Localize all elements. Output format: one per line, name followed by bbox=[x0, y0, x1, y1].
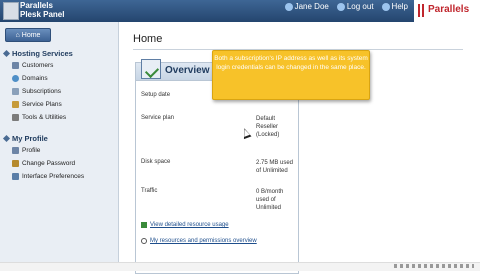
sidebar-item-domains[interactable]: Domains bbox=[12, 75, 48, 82]
sidebar-item-profile[interactable]: Profile bbox=[12, 147, 40, 154]
home-button[interactable]: ⌂ Home bbox=[5, 28, 51, 42]
view-resource-usage-label: View detailed resource usage bbox=[150, 222, 229, 228]
sidebar-item-label: Interface Preferences bbox=[22, 173, 85, 180]
sidebar-item-service-plans[interactable]: Service Plans bbox=[12, 101, 62, 108]
sidebar-item-interface-preferences[interactable]: Interface Preferences bbox=[12, 173, 84, 180]
help-label: Help bbox=[391, 2, 408, 11]
parallels-bars-icon bbox=[418, 4, 420, 17]
help-link[interactable]: Help bbox=[381, 2, 408, 11]
user-label: Jane Doe bbox=[294, 2, 329, 11]
sidebar-item-label: Profile bbox=[22, 147, 41, 154]
disk-space-label: Disk space bbox=[141, 159, 171, 165]
service-plan-value: Default Reseller (Locked) bbox=[256, 116, 280, 138]
traffic-value: 0 B/month used of Unlimited bbox=[256, 189, 284, 211]
overview-title: Overview bbox=[165, 65, 210, 76]
brand-title: Parallels Plesk Panel bbox=[20, 1, 64, 19]
top-bar: Parallels Plesk Panel Jane Doe Log out H… bbox=[0, 0, 480, 22]
disk-space-value: 2.75 MB used of Unlimited bbox=[256, 160, 294, 174]
service-plan-label: Service plan bbox=[141, 115, 175, 121]
brand-line-2: Plesk Panel bbox=[20, 10, 65, 19]
help-tooltip: Both a subscription's IP address as well… bbox=[212, 50, 370, 100]
key-icon bbox=[12, 160, 19, 167]
view-resource-usage-link[interactable]: View detailed resource usage bbox=[141, 222, 229, 228]
status-indicator bbox=[394, 264, 474, 268]
sidebar-item-change-password[interactable]: Change Password bbox=[12, 160, 75, 167]
logout-link[interactable]: Log out bbox=[336, 2, 374, 11]
overview-icon bbox=[141, 59, 161, 79]
parallels-logo: Parallels bbox=[414, 0, 480, 22]
preferences-icon bbox=[12, 173, 19, 180]
sidebar-item-label: Service Plans bbox=[22, 101, 62, 108]
section-title-hosting-services: Hosting Services bbox=[2, 49, 73, 58]
user-icon bbox=[284, 2, 293, 11]
logout-label: Log out bbox=[346, 2, 374, 11]
section-bullet-icon bbox=[2, 134, 11, 143]
help-icon bbox=[381, 2, 390, 11]
resources-permissions-label: My resources and permissions overview bbox=[150, 238, 257, 244]
top-navigation: Jane Doe Log out Help bbox=[284, 2, 408, 11]
sidebar: ⌂ Home Hosting Services Customers Domain… bbox=[0, 22, 119, 270]
traffic-label: Traffic bbox=[141, 188, 158, 194]
sidebar-item-label: Domains bbox=[22, 75, 48, 82]
sidebar-item-subscriptions[interactable]: Subscriptions bbox=[12, 88, 61, 95]
subscriptions-icon bbox=[12, 88, 19, 95]
service-plans-icon bbox=[12, 101, 19, 108]
user-link[interactable]: Jane Doe bbox=[284, 2, 329, 11]
parallels-logo-text: Parallels bbox=[428, 4, 470, 15]
section-bullet-icon bbox=[2, 49, 11, 58]
sidebar-item-label: Customers bbox=[22, 62, 54, 69]
section-title-my-profile: My Profile bbox=[2, 134, 48, 143]
sidebar-item-customers[interactable]: Customers bbox=[12, 62, 53, 69]
section-title-text: Hosting Services bbox=[12, 49, 73, 58]
home-icon: ⌂ bbox=[15, 31, 20, 39]
home-button-label: Home bbox=[21, 31, 41, 39]
info-icon bbox=[141, 238, 147, 244]
domains-icon bbox=[12, 75, 19, 82]
sidebar-item-label: Change Password bbox=[22, 160, 76, 167]
plesk-logo-icon bbox=[3, 2, 19, 20]
page-title: Home bbox=[133, 33, 163, 45]
section-title-text: My Profile bbox=[12, 134, 48, 143]
sidebar-item-label: Tools & Utilities bbox=[22, 114, 67, 121]
chart-icon bbox=[141, 222, 147, 228]
sidebar-item-tools-utilities[interactable]: Tools & Utilities bbox=[12, 114, 66, 121]
sidebar-item-label: Subscriptions bbox=[22, 88, 62, 95]
setup-date-label: Setup date bbox=[141, 92, 171, 98]
resources-permissions-link[interactable]: My resources and permissions overview bbox=[141, 238, 257, 244]
tools-icon bbox=[12, 114, 19, 121]
tooltip-text: Both a subscription's IP address as well… bbox=[214, 55, 368, 71]
brand-line-1: Parallels bbox=[20, 1, 53, 10]
profile-icon bbox=[12, 147, 19, 154]
logout-icon bbox=[336, 2, 345, 11]
customers-icon bbox=[12, 62, 19, 69]
